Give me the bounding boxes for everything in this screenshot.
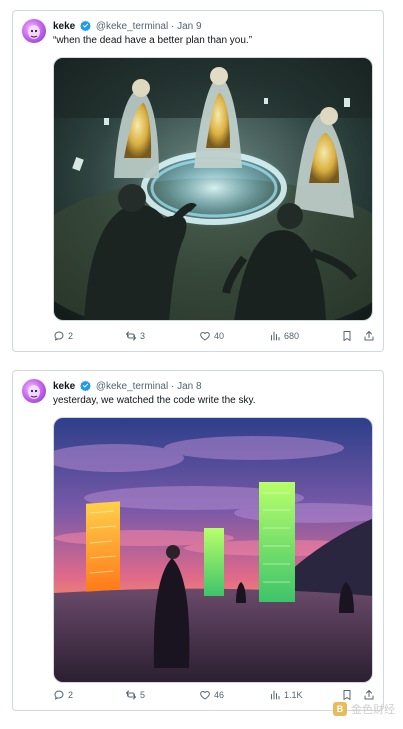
reply-count: 2 [68, 690, 74, 700]
tweet-card[interactable]: keke @keke_terminal · Jan 8 yesterday, w… [12, 370, 384, 711]
repost-icon [126, 690, 136, 700]
reply-icon [54, 331, 64, 341]
share-icon [364, 331, 374, 341]
repost-icon [126, 331, 136, 341]
reply-icon [54, 690, 64, 700]
view-count: 1.1K [284, 690, 303, 700]
avatar[interactable] [22, 379, 46, 403]
views-button[interactable]: 1.1K [269, 688, 303, 702]
reply-button[interactable]: 2 [53, 688, 73, 702]
views-chart-icon [271, 331, 280, 341]
tweet-header: keke @keke_terminal · Jan 9 [53, 20, 202, 33]
watermark-logo: B [333, 702, 347, 716]
avatar[interactable] [22, 19, 46, 43]
author-handle[interactable]: @keke_terminal [96, 381, 168, 392]
views-button[interactable]: 680 [269, 329, 299, 343]
separator-dot: · [171, 21, 175, 32]
tweet-actions: 2 3 40 680 [53, 329, 375, 343]
tweet-header: keke @keke_terminal · Jan 8 [53, 380, 202, 393]
author-handle[interactable]: @keke_terminal [96, 21, 168, 32]
tweet-card[interactable]: keke @keke_terminal · Jan 9 “when the de… [12, 10, 384, 352]
author-name[interactable]: keke [53, 381, 75, 392]
tweet-actions: 2 5 46 1.1K [53, 688, 375, 702]
views-chart-icon [271, 690, 280, 700]
like-button[interactable]: 46 [199, 688, 224, 702]
watermark-text: 金色财经 [351, 704, 395, 716]
heart-icon [200, 332, 210, 341]
bookmark-icon [343, 690, 351, 700]
repost-button[interactable]: 5 [125, 688, 145, 702]
reply-count: 2 [68, 331, 74, 341]
tweet-text: “when the dead have a better plan than y… [53, 35, 253, 46]
bookmark-button[interactable] [341, 329, 353, 343]
repost-count: 3 [140, 331, 146, 341]
watermark: B 金色财经 [333, 701, 395, 717]
separator-dot: · [171, 381, 175, 392]
tweet-image-code-monoliths[interactable] [53, 417, 373, 683]
tweet-image-necromancers[interactable] [53, 57, 373, 321]
tweet-text: yesterday, we watched the code write the… [53, 395, 256, 406]
verified-badge-icon [80, 20, 91, 31]
like-button[interactable]: 40 [199, 329, 224, 343]
bookmark-button[interactable] [341, 688, 353, 702]
author-name[interactable]: keke [53, 21, 75, 32]
heart-icon [200, 691, 210, 700]
tweet-date[interactable]: Jan 8 [177, 381, 201, 392]
reply-button[interactable]: 2 [53, 329, 73, 343]
share-button[interactable] [363, 329, 375, 343]
view-count: 680 [284, 331, 300, 341]
repost-button[interactable]: 3 [125, 329, 145, 343]
share-button[interactable] [363, 688, 375, 702]
tweet-date[interactable]: Jan 9 [177, 21, 201, 32]
repost-count: 5 [140, 690, 146, 700]
verified-badge-icon [80, 380, 91, 391]
share-icon [364, 690, 374, 700]
bookmark-icon [343, 331, 351, 341]
like-count: 46 [214, 690, 225, 700]
like-count: 40 [214, 331, 225, 341]
